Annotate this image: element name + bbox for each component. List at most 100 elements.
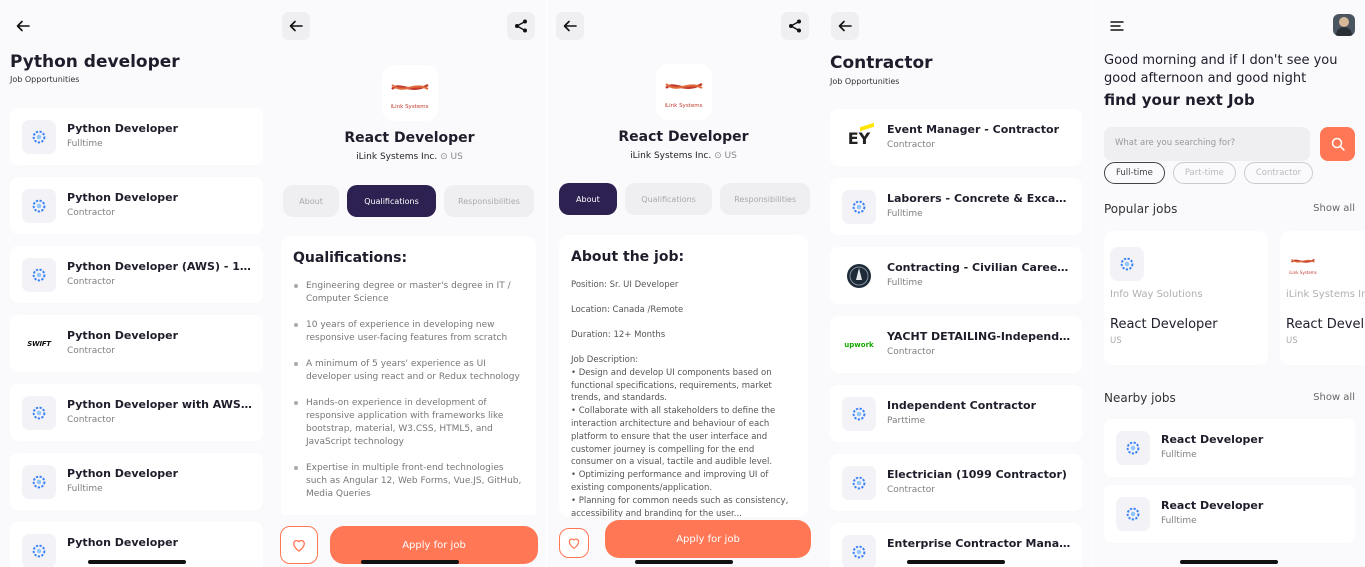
share-button[interactable] bbox=[781, 12, 809, 40]
job-card[interactable]: SWIFT Python Developer Contractor bbox=[10, 315, 263, 372]
job-card[interactable]: Python Developer Contractor bbox=[10, 177, 263, 234]
avatar[interactable] bbox=[1333, 14, 1355, 36]
job-card[interactable]: Contracting - Civilian Career... Fulltim… bbox=[830, 247, 1082, 304]
nearby-job-card[interactable]: React Developer Fulltime bbox=[1104, 485, 1355, 543]
job-title: Electrician (1099 Contractor) bbox=[887, 468, 1067, 481]
nearby-job-card[interactable]: React Developer Fulltime bbox=[1104, 419, 1355, 477]
gear-logo-icon bbox=[32, 544, 46, 558]
gear-logo-icon bbox=[1120, 257, 1134, 271]
job-card[interactable]: Python Developer Fulltime bbox=[10, 453, 263, 510]
apply-button[interactable]: Apply for job bbox=[605, 520, 811, 558]
favorite-button[interactable] bbox=[280, 526, 318, 564]
search-button[interactable] bbox=[1320, 127, 1355, 161]
location-text: Location: Canada /Remote bbox=[571, 305, 684, 315]
logo-text: iLink Systems bbox=[390, 104, 429, 110]
job-card[interactable]: EY Event Manager - Contractor Contractor bbox=[830, 109, 1082, 166]
location-icon: ⊙ bbox=[440, 152, 448, 162]
share-button[interactable] bbox=[507, 12, 535, 40]
nearby-show-all-link[interactable]: Show all bbox=[1313, 392, 1355, 403]
job-card[interactable]: Python Developer with AWS G... Contracto… bbox=[10, 384, 263, 441]
job-title: Python Developer with AWS G... bbox=[67, 398, 252, 411]
job-card[interactable]: Independent Contractor Parttime bbox=[830, 385, 1082, 442]
gear-logo-icon bbox=[32, 199, 46, 213]
job-type: Contractor bbox=[67, 208, 115, 218]
job-location: US bbox=[1110, 336, 1122, 346]
job-title: Event Manager - Contractor bbox=[887, 123, 1059, 136]
job-card[interactable]: upwork YACHT DETAILING-Independe... Cont… bbox=[830, 316, 1082, 373]
home-indicator bbox=[1180, 560, 1278, 564]
arrow-left-icon bbox=[289, 20, 303, 32]
headline: find your next Job bbox=[1104, 91, 1255, 109]
location-text: US bbox=[724, 151, 737, 161]
company-logo: iLink Systems bbox=[381, 65, 438, 121]
back-button[interactable] bbox=[282, 12, 310, 40]
back-button[interactable] bbox=[556, 12, 584, 40]
chip-part-time[interactable]: Part-time bbox=[1172, 162, 1236, 184]
search-input[interactable]: What are you searching for? bbox=[1104, 127, 1310, 161]
qualifications-panel: Qualifications: Engineering degree or ma… bbox=[281, 236, 536, 522]
search-icon bbox=[1331, 137, 1345, 151]
gear-logo-icon bbox=[852, 407, 866, 421]
job-type-filters: Full-time Part-time Contractor bbox=[1104, 162, 1314, 184]
company-logo bbox=[842, 190, 876, 224]
apply-button[interactable]: Apply for job bbox=[330, 526, 538, 564]
popular-show-all-link[interactable]: Show all bbox=[1313, 203, 1355, 214]
gear-logo-icon bbox=[32, 475, 46, 489]
menu-button[interactable] bbox=[1103, 12, 1131, 40]
tab-about[interactable]: About bbox=[559, 183, 617, 215]
search-results-screen: Contractor Job Opportunities EY Event Ma… bbox=[820, 0, 1092, 567]
chip-full-time[interactable]: Full-time bbox=[1104, 162, 1165, 184]
popular-jobs-heading: Popular jobs bbox=[1104, 202, 1178, 216]
back-button[interactable] bbox=[9, 12, 37, 40]
job-type: Contractor bbox=[67, 415, 115, 425]
page-subtitle: Job Opportunities bbox=[830, 77, 900, 86]
job-type: Parttime bbox=[887, 416, 926, 426]
home-indicator bbox=[360, 560, 459, 564]
job-card[interactable]: Electrician (1099 Contractor) Contractor bbox=[830, 454, 1082, 511]
job-type: Fulltime bbox=[67, 484, 103, 494]
home-indicator bbox=[87, 560, 186, 564]
company-name: iLink Systems Inc. bbox=[1286, 289, 1365, 300]
job-title: React Developer bbox=[1161, 433, 1264, 446]
company-logo bbox=[1116, 497, 1150, 531]
job-title: Python Developer bbox=[67, 122, 179, 135]
back-button[interactable] bbox=[831, 12, 859, 40]
logo-text: upwork bbox=[844, 341, 874, 349]
gear-logo-icon bbox=[852, 476, 866, 490]
company-logo bbox=[22, 189, 56, 223]
tab-qualifications[interactable]: Qualifications bbox=[624, 183, 713, 215]
qualification-item: 10 years of experience in developing new… bbox=[293, 319, 524, 345]
job-card[interactable]: Python Developer (AWS) - 10... Contracto… bbox=[10, 246, 263, 303]
gear-logo-icon bbox=[852, 545, 866, 559]
job-title: Contracting - Civilian Career... bbox=[887, 261, 1072, 274]
company-logo bbox=[842, 397, 876, 431]
arrow-left-icon bbox=[563, 20, 577, 32]
swift-logo-icon: SWIFT bbox=[22, 327, 56, 361]
job-type: Contractor bbox=[67, 277, 115, 287]
tab-about[interactable]: About bbox=[283, 185, 339, 217]
chip-contractor[interactable]: Contractor bbox=[1243, 162, 1314, 184]
job-location: US bbox=[1286, 336, 1298, 346]
job-type: Contractor bbox=[887, 347, 935, 357]
qualification-item: Hands-on experience in development of re… bbox=[293, 397, 524, 449]
job-title: Independent Contractor bbox=[887, 399, 1037, 412]
tab-responsibilities[interactable]: Responsibilities bbox=[720, 183, 810, 215]
favorite-button[interactable] bbox=[559, 528, 589, 558]
location-icon: ⊙ bbox=[714, 151, 722, 161]
page-title: Contractor bbox=[830, 53, 933, 73]
tab-qualifications[interactable]: Qualifications bbox=[347, 185, 436, 217]
section-title: About the job: bbox=[571, 249, 685, 265]
greeting-text: Good morning and if I don't see you good… bbox=[1104, 53, 1338, 86]
heart-icon bbox=[293, 539, 305, 552]
popular-job-card[interactable]: Info Way Solutions React Developer US bbox=[1104, 231, 1268, 365]
job-title: React Developer bbox=[1110, 317, 1218, 332]
heart-icon bbox=[568, 538, 580, 550]
section-title: Qualifications: bbox=[293, 250, 408, 266]
job-details-qualifications-screen: iLink Systems React Developer iLink Syst… bbox=[273, 0, 546, 567]
job-card[interactable]: Laborers - Concrete & Excava... Fulltime bbox=[830, 178, 1082, 235]
gear-logo-icon bbox=[1126, 507, 1140, 521]
tab-responsibilities[interactable]: Responsibilities bbox=[444, 185, 534, 217]
company-logo bbox=[22, 396, 56, 430]
job-card[interactable]: Python Developer Fulltime bbox=[10, 108, 263, 165]
popular-job-card[interactable]: iLink Systems iLink Systems Inc. React D… bbox=[1280, 231, 1365, 365]
